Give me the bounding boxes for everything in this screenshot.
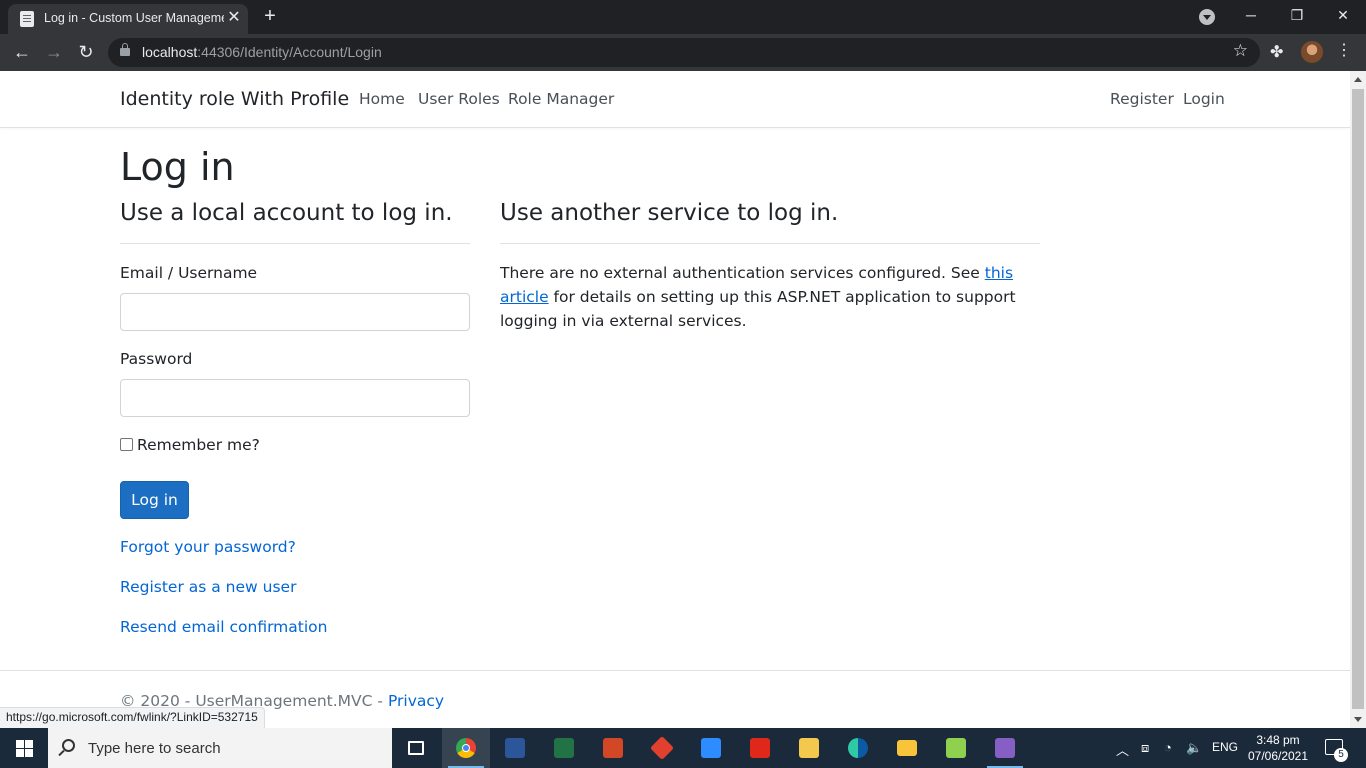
chrome-icon[interactable]	[442, 728, 490, 768]
external-services-text: There are no external authentication ser…	[500, 264, 1016, 330]
edge-icon[interactable]	[834, 728, 882, 768]
language-indicator[interactable]: ENG	[1212, 740, 1238, 754]
reload-icon[interactable]: ↻	[73, 39, 99, 65]
scroll-down-arrow-icon[interactable]	[1354, 717, 1362, 722]
word-icon[interactable]	[491, 728, 539, 768]
file-explorer-icon[interactable]	[883, 728, 931, 768]
login-button[interactable]: Log in	[120, 481, 189, 519]
email-input[interactable]	[120, 293, 470, 331]
page-icon	[20, 11, 34, 27]
taskbar-clock[interactable]: 3:48 pm 07/06/2021	[1246, 732, 1310, 764]
external-divider	[500, 243, 1040, 244]
page-scrollbar[interactable]	[1350, 71, 1366, 728]
extensions-icon[interactable]: ✤	[1270, 42, 1283, 62]
nav-user-roles[interactable]: User Roles	[418, 90, 500, 108]
windows-start-icon[interactable]	[0, 728, 48, 768]
close-window-icon[interactable]: ✕	[1320, 0, 1366, 30]
zoom-icon[interactable]	[687, 728, 735, 768]
tray-device-icon[interactable]: ⧈	[1141, 740, 1149, 756]
tab-title: Log in - Custom User Manageme	[44, 11, 224, 25]
browser-tab-strip: Log in - Custom User Manageme ✕ + ─ ❐ ✕	[0, 0, 1366, 34]
minimize-icon[interactable]: ─	[1228, 0, 1274, 30]
forward-icon[interactable]: →	[41, 39, 67, 65]
privacy-link[interactable]: Privacy	[388, 692, 444, 710]
nav-role-manager[interactable]: Role Manager	[508, 90, 614, 108]
scroll-thumb[interactable]	[1352, 89, 1364, 709]
email-label: Email / Username	[120, 264, 258, 282]
powerpoint-icon[interactable]	[589, 728, 637, 768]
browser-toolbar: ← → ↻ localhost:44306/Identity/Account/L…	[0, 34, 1366, 71]
link-status-bubble: https://go.microsoft.com/fwlink/?LinkID=…	[0, 707, 265, 728]
new-tab-icon[interactable]: +	[258, 4, 282, 28]
windows-taskbar: Type here to search ︿ ⧈ ◔ 🔈 ENG 3:48 pm …	[0, 728, 1366, 768]
notepad-plus-icon[interactable]	[932, 728, 980, 768]
task-view-icon[interactable]	[392, 728, 440, 768]
site-navbar: Identity role With Profile Home User Rol…	[0, 71, 1350, 128]
volume-icon[interactable]: 🔈	[1186, 740, 1202, 756]
search-icon	[62, 739, 75, 752]
more-menu-icon[interactable]: ⋮	[1336, 40, 1352, 60]
tab-search-icon[interactable]	[1199, 9, 1215, 25]
taskbar-search-box[interactable]: Type here to search	[48, 728, 392, 768]
address-bar[interactable]: localhost:44306/Identity/Account/Login ☆	[108, 38, 1260, 67]
lock-icon[interactable]	[120, 43, 130, 56]
site-brand[interactable]: Identity role With Profile	[120, 88, 349, 110]
remember-me-label[interactable]: Remember me?	[137, 436, 260, 454]
url-text[interactable]: localhost:44306/Identity/Account/Login	[142, 44, 382, 60]
profile-avatar[interactable]	[1301, 41, 1323, 63]
password-label: Password	[120, 350, 193, 368]
browser-tab[interactable]: Log in - Custom User Manageme ✕	[8, 4, 248, 34]
bookmark-star-icon[interactable]: ☆	[1233, 41, 1248, 61]
local-account-heading: Use a local account to log in.	[120, 200, 453, 226]
forgot-password-link[interactable]: Forgot your password?	[120, 538, 296, 556]
wifi-icon[interactable]: ◔	[1164, 740, 1172, 755]
nav-login[interactable]: Login	[1183, 90, 1225, 108]
excel-icon[interactable]	[540, 728, 588, 768]
resend-confirmation-link[interactable]: Resend email confirmation	[120, 618, 327, 636]
git-icon[interactable]	[638, 728, 686, 768]
tray-chevron-icon[interactable]: ︿	[1116, 740, 1129, 759]
register-link[interactable]: Register as a new user	[120, 578, 296, 596]
back-icon[interactable]: ←	[9, 39, 35, 65]
notification-count-badge: 5	[1334, 748, 1348, 762]
clock-date: 07/06/2021	[1247, 749, 1309, 763]
sql-tool-icon[interactable]	[785, 728, 833, 768]
nav-home[interactable]: Home	[359, 90, 405, 108]
local-divider	[120, 243, 470, 244]
external-service-heading: Use another service to log in.	[500, 200, 839, 226]
visual-studio-icon[interactable]	[981, 728, 1029, 768]
scroll-up-arrow-icon[interactable]	[1354, 77, 1362, 82]
password-input[interactable]	[120, 379, 470, 417]
search-placeholder: Type here to search	[88, 740, 221, 757]
restore-icon[interactable]: ❐	[1274, 0, 1320, 30]
close-tab-icon[interactable]: ✕	[224, 8, 244, 28]
remember-me-checkbox[interactable]	[120, 438, 133, 451]
nav-register[interactable]: Register	[1110, 90, 1174, 108]
acrobat-icon[interactable]	[736, 728, 784, 768]
clock-time: 3:48 pm	[1256, 733, 1300, 747]
page-title: Log in	[120, 145, 235, 189]
page-viewport: Identity role With Profile Home User Rol…	[0, 71, 1350, 728]
